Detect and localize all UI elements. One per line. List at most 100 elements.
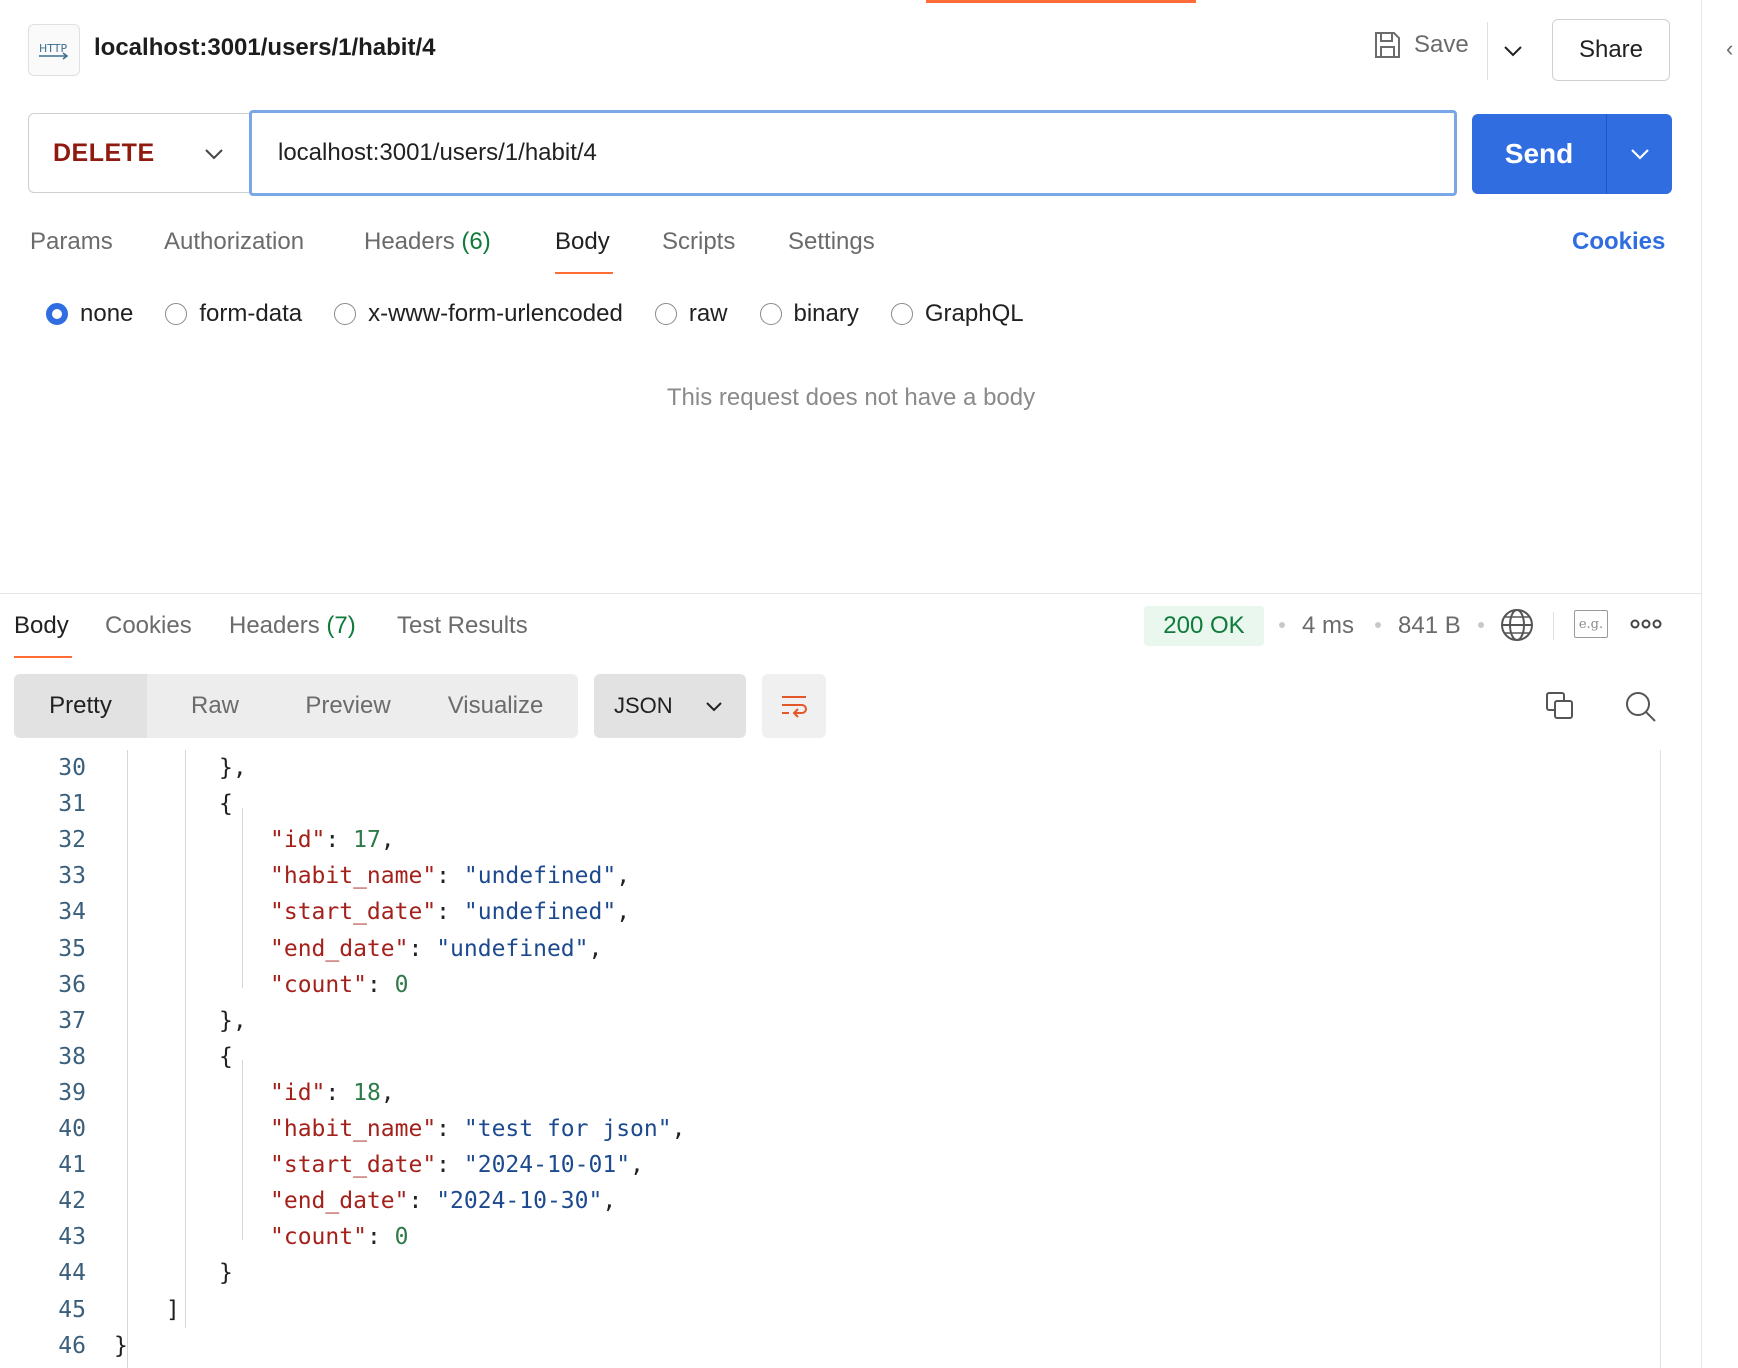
- view-visualize-button[interactable]: Visualize: [413, 674, 578, 738]
- response-tab-headers-count: (7): [326, 612, 356, 639]
- code-line: 41 "start_date": "2024-10-01",: [14, 1147, 644, 1183]
- radio-binary-label: binary: [793, 300, 859, 327]
- line-number: 32: [58, 827, 86, 854]
- json-colon: :: [366, 971, 395, 998]
- line-number: 30: [58, 755, 86, 781]
- code-line: 35 "end_date": "undefined",: [14, 931, 602, 967]
- method-select[interactable]: DELETE: [28, 113, 250, 193]
- share-button[interactable]: Share: [1552, 19, 1670, 81]
- pane-divider[interactable]: [0, 593, 1702, 594]
- radio-unchecked-icon: [890, 303, 913, 325]
- cookies-link[interactable]: Cookies: [1572, 228, 1665, 256]
- json-value: 17: [353, 827, 381, 854]
- body-type-selector: none form-data x-www-form-urlencoded raw…: [46, 300, 1056, 328]
- radio-graphql[interactable]: GraphQL: [890, 300, 1024, 328]
- radio-checked-icon: [46, 303, 68, 325]
- status-badge[interactable]: 200 OK: [1144, 606, 1264, 646]
- json-key: "start_date": [270, 899, 437, 926]
- save-button[interactable]: Save: [1372, 30, 1469, 60]
- json-value: 0: [394, 1224, 409, 1251]
- json-key: "end_date": [270, 935, 409, 962]
- json-value: "undefined": [463, 863, 617, 890]
- view-pretty-button[interactable]: Pretty: [14, 674, 147, 738]
- response-size[interactable]: 841 B: [1398, 612, 1461, 640]
- radio-unchecked-icon: [165, 303, 188, 325]
- code-text: "end_date": "2024-10-30",: [270, 1183, 616, 1219]
- json-value: "2024-10-30": [436, 1188, 603, 1215]
- response-tab-cookies[interactable]: Cookies: [105, 612, 229, 640]
- wrap-lines-button[interactable]: [762, 674, 826, 738]
- chevron-down-icon: [705, 701, 722, 711]
- request-title[interactable]: localhost:3001/users/1/habit/4: [94, 34, 435, 62]
- save-label: Save: [1414, 31, 1469, 58]
- url-input[interactable]: [249, 110, 1457, 196]
- radio-binary[interactable]: binary: [759, 300, 859, 328]
- line-number: 41: [58, 1152, 86, 1179]
- response-tab-body[interactable]: Body: [14, 612, 105, 640]
- json-comma: ,: [616, 863, 631, 890]
- search-icon[interactable]: [1624, 690, 1658, 729]
- json-key: "id": [270, 827, 326, 854]
- json-comma: ,: [380, 1079, 395, 1106]
- radio-x-www-form-urlencoded[interactable]: x-www-form-urlencoded: [334, 300, 623, 328]
- save-icon: [1375, 32, 1400, 58]
- indent-guide: [127, 750, 128, 1368]
- tab-body[interactable]: Body: [555, 228, 662, 256]
- separator-dot: [1478, 622, 1484, 628]
- indent-guide: [242, 1060, 243, 1240]
- radio-form-data-label: form-data: [199, 300, 303, 327]
- code-text: "id": 17,: [270, 822, 395, 858]
- line-number: 40: [58, 1116, 86, 1142]
- json-value: "undefined": [463, 899, 617, 926]
- line-number: 34: [58, 899, 86, 926]
- view-preview-button[interactable]: Preview: [283, 674, 413, 738]
- radio-urlencoded-label: x-www-form-urlencoded: [368, 300, 623, 327]
- tab-headers[interactable]: Headers (6): [364, 228, 555, 256]
- json-key: "start_date": [270, 1152, 437, 1179]
- code-line: 43 "count": 0: [14, 1219, 408, 1255]
- tab-authorization[interactable]: Authorization: [164, 228, 364, 256]
- chevron-down-icon: [205, 149, 223, 160]
- format-select[interactable]: JSON: [594, 674, 746, 738]
- json-colon: :: [408, 1188, 437, 1215]
- code-line: 33 "habit_name": "undefined",: [14, 858, 630, 894]
- collapse-sidebar-icon[interactable]: ‹: [1726, 36, 1733, 62]
- json-value: "test for json": [463, 1116, 672, 1142]
- request-tabs: Params Authorization Headers (6) Body Sc…: [30, 228, 898, 256]
- radio-raw-label: raw: [688, 300, 728, 327]
- more-options-icon[interactable]: [1630, 614, 1662, 639]
- radio-raw[interactable]: raw: [654, 300, 728, 328]
- save-as-example-icon[interactable]: e.g.: [1574, 610, 1608, 638]
- code-text: "start_date": "2024-10-01",: [270, 1147, 644, 1183]
- line-number: 33: [58, 863, 86, 890]
- json-colon: :: [325, 1079, 354, 1106]
- view-raw-button[interactable]: Raw: [147, 674, 283, 738]
- send-options-chevron-down-icon[interactable]: [1607, 148, 1672, 160]
- code-text: "count": 0: [270, 1219, 409, 1255]
- json-colon: :: [325, 827, 354, 854]
- editor-scrollbar-track[interactable]: [1660, 750, 1661, 1368]
- response-tab-test-results[interactable]: Test Results: [397, 612, 528, 640]
- right-sidebar-border: [1701, 0, 1702, 1368]
- radio-form-data[interactable]: form-data: [165, 300, 302, 328]
- save-options-chevron-down-icon[interactable]: [1498, 36, 1528, 66]
- response-body-editor[interactable]: 30}, 31 {32 "id": 17, 33 "habit_name": "undef…: [14, 750, 1660, 1368]
- response-time[interactable]: 4 ms: [1302, 612, 1354, 640]
- tab-settings[interactable]: Settings: [788, 228, 898, 256]
- response-tab-headers[interactable]: Headers (7): [229, 612, 397, 640]
- globe-icon[interactable]: [1500, 608, 1534, 647]
- copy-icon[interactable]: [1544, 690, 1576, 727]
- json-colon: :: [436, 899, 464, 926]
- separator-dot: [1279, 622, 1285, 628]
- response-tab-body-underline: [14, 656, 72, 658]
- line-number: 36: [58, 971, 86, 998]
- line-number: 45: [58, 1296, 86, 1323]
- http-request-icon: HTTP: [28, 24, 80, 76]
- tab-params[interactable]: Params: [30, 228, 164, 256]
- send-button[interactable]: Send: [1472, 114, 1672, 194]
- tab-scripts[interactable]: Scripts: [662, 228, 788, 256]
- code-text: "id": 18,: [270, 1075, 395, 1111]
- json-key: "count": [270, 971, 367, 998]
- format-label: JSON: [614, 693, 673, 718]
- radio-none[interactable]: none: [46, 300, 133, 328]
